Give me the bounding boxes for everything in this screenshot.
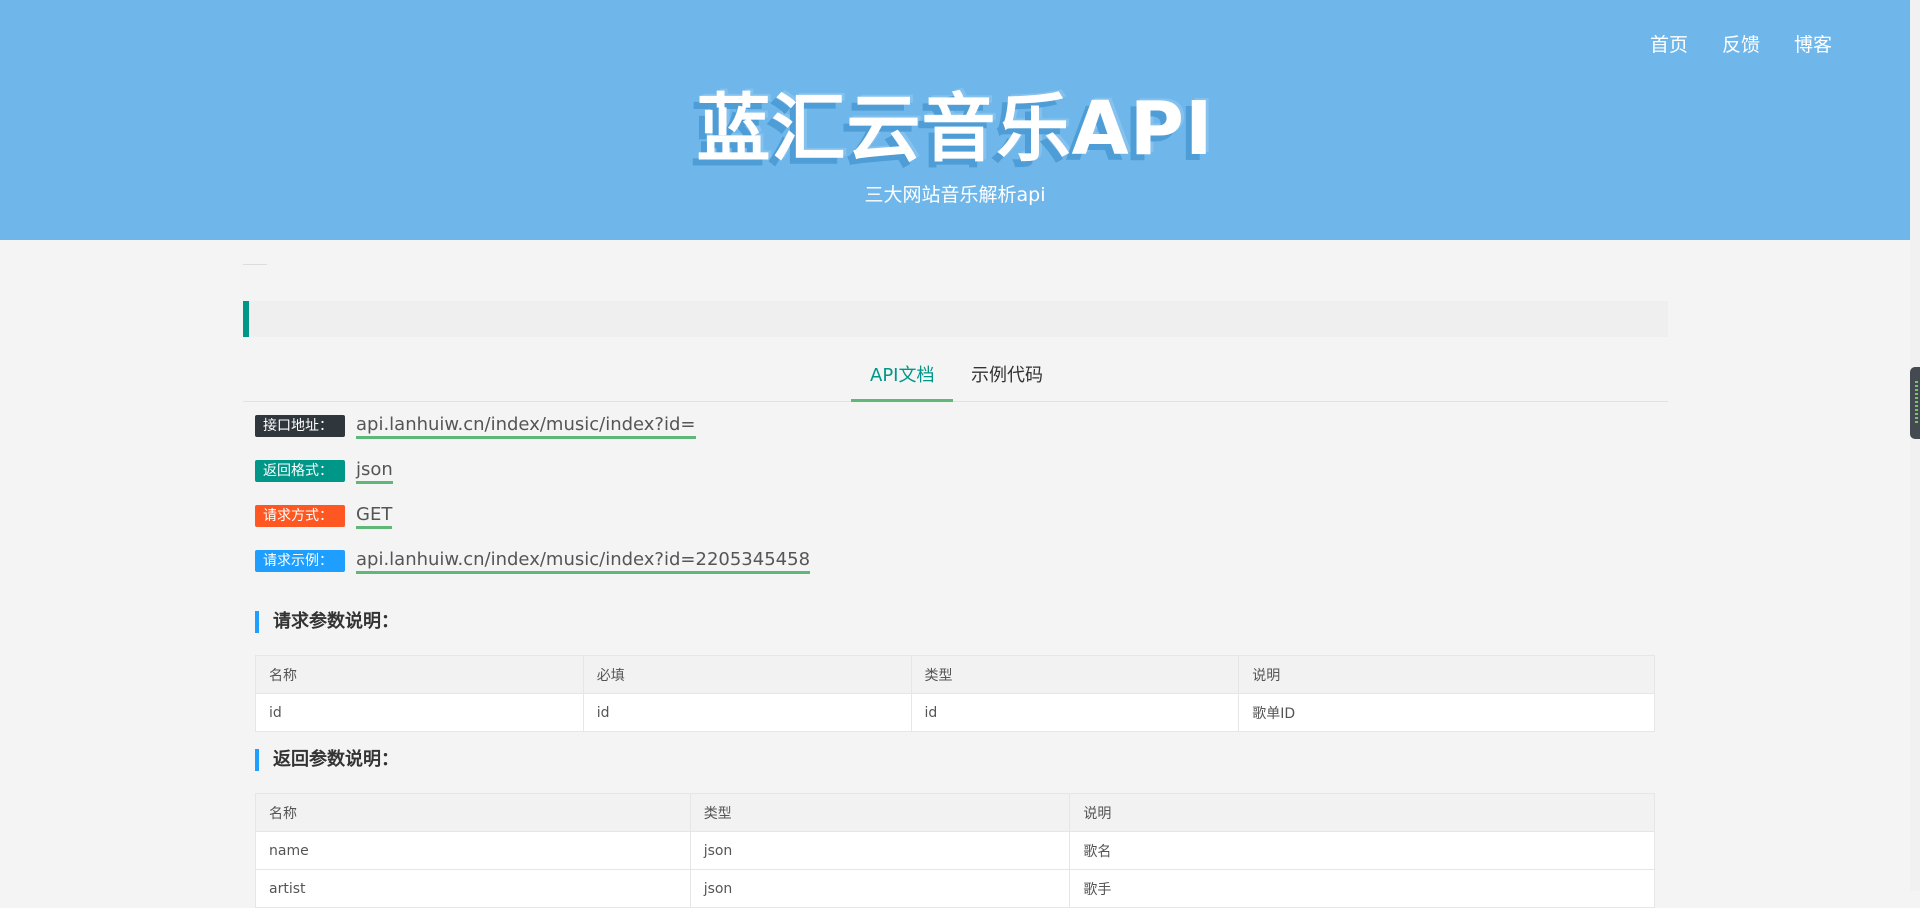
tab-bar: API文档 示例代码 bbox=[243, 356, 1668, 402]
table-header-cell: 说明 bbox=[1238, 655, 1655, 694]
table-header-row: 名称 必填 类型 说明 bbox=[255, 655, 1655, 694]
table-cell: artist bbox=[255, 869, 691, 908]
method-label: 请求方式： bbox=[255, 505, 345, 527]
table-cell: 歌名 bbox=[1069, 831, 1655, 870]
table-row: name json 歌名 bbox=[255, 831, 1655, 870]
table-cell: id bbox=[255, 693, 584, 732]
table-cell: id bbox=[582, 693, 912, 732]
table-row: artist json 歌手 bbox=[255, 869, 1655, 908]
table-cell: id bbox=[910, 693, 1240, 732]
table-row: id id id 歌单ID bbox=[255, 693, 1655, 732]
info-row-format: 返回格式： json bbox=[255, 458, 393, 484]
table-cell: json bbox=[689, 869, 1071, 908]
info-row-example: 请求示例： api.lanhuiw.cn/index/music/index?i… bbox=[255, 548, 811, 574]
endpoint-label: 接口地址： bbox=[255, 415, 345, 437]
nav-home-link[interactable]: 首页 bbox=[1650, 30, 1688, 57]
table-cell: json bbox=[689, 831, 1071, 870]
top-nav: 首页 反馈 博客 bbox=[1650, 30, 1832, 57]
table-header-cell: 必填 bbox=[582, 655, 912, 694]
return-params-title: 返回参数说明： bbox=[255, 749, 399, 771]
table-cell: 歌手 bbox=[1069, 869, 1655, 908]
tab-api-docs[interactable]: API文档 bbox=[851, 356, 954, 402]
site-subtitle: 三大网站音乐解析api bbox=[864, 184, 1046, 206]
nav-blog-link[interactable]: 博客 bbox=[1794, 30, 1832, 57]
table-cell: name bbox=[255, 831, 691, 870]
scrollbar-thumb[interactable] bbox=[1910, 367, 1920, 439]
table-header-cell: 类型 bbox=[910, 655, 1240, 694]
site-title: 蓝汇云音乐API bbox=[696, 86, 1214, 172]
endpoint-value[interactable]: api.lanhuiw.cn/index/music/index?id= bbox=[356, 414, 696, 439]
notice-quote-bar bbox=[243, 301, 1668, 337]
table-header-row: 名称 类型 说明 bbox=[255, 793, 1655, 832]
divider bbox=[243, 264, 267, 265]
info-row-method: 请求方式： GET bbox=[255, 503, 393, 529]
page-scrollbar[interactable] bbox=[1910, 0, 1920, 891]
info-row-endpoint: 接口地址： api.lanhuiw.cn/index/music/index?i… bbox=[255, 413, 696, 439]
method-value: GET bbox=[356, 504, 393, 529]
table-header-cell: 说明 bbox=[1069, 793, 1655, 832]
example-label: 请求示例： bbox=[255, 550, 345, 572]
format-label: 返回格式： bbox=[255, 460, 345, 482]
table-header-cell: 名称 bbox=[255, 655, 584, 694]
hero-banner: 首页 反馈 博客 蓝汇云音乐API 三大网站音乐解析api bbox=[0, 0, 1910, 240]
table-header-cell: 类型 bbox=[689, 793, 1071, 832]
request-params-title: 请求参数说明： bbox=[255, 611, 399, 633]
nav-feedback-link[interactable]: 反馈 bbox=[1722, 30, 1760, 57]
table-cell: 歌单ID bbox=[1238, 693, 1655, 732]
format-value: json bbox=[356, 459, 393, 484]
tab-example-code[interactable]: 示例代码 bbox=[952, 356, 1062, 402]
table-header-cell: 名称 bbox=[255, 793, 691, 832]
request-params-table: 名称 必填 类型 说明 id id id 歌单ID bbox=[255, 655, 1655, 732]
example-value[interactable]: api.lanhuiw.cn/index/music/index?id=2205… bbox=[356, 549, 811, 574]
